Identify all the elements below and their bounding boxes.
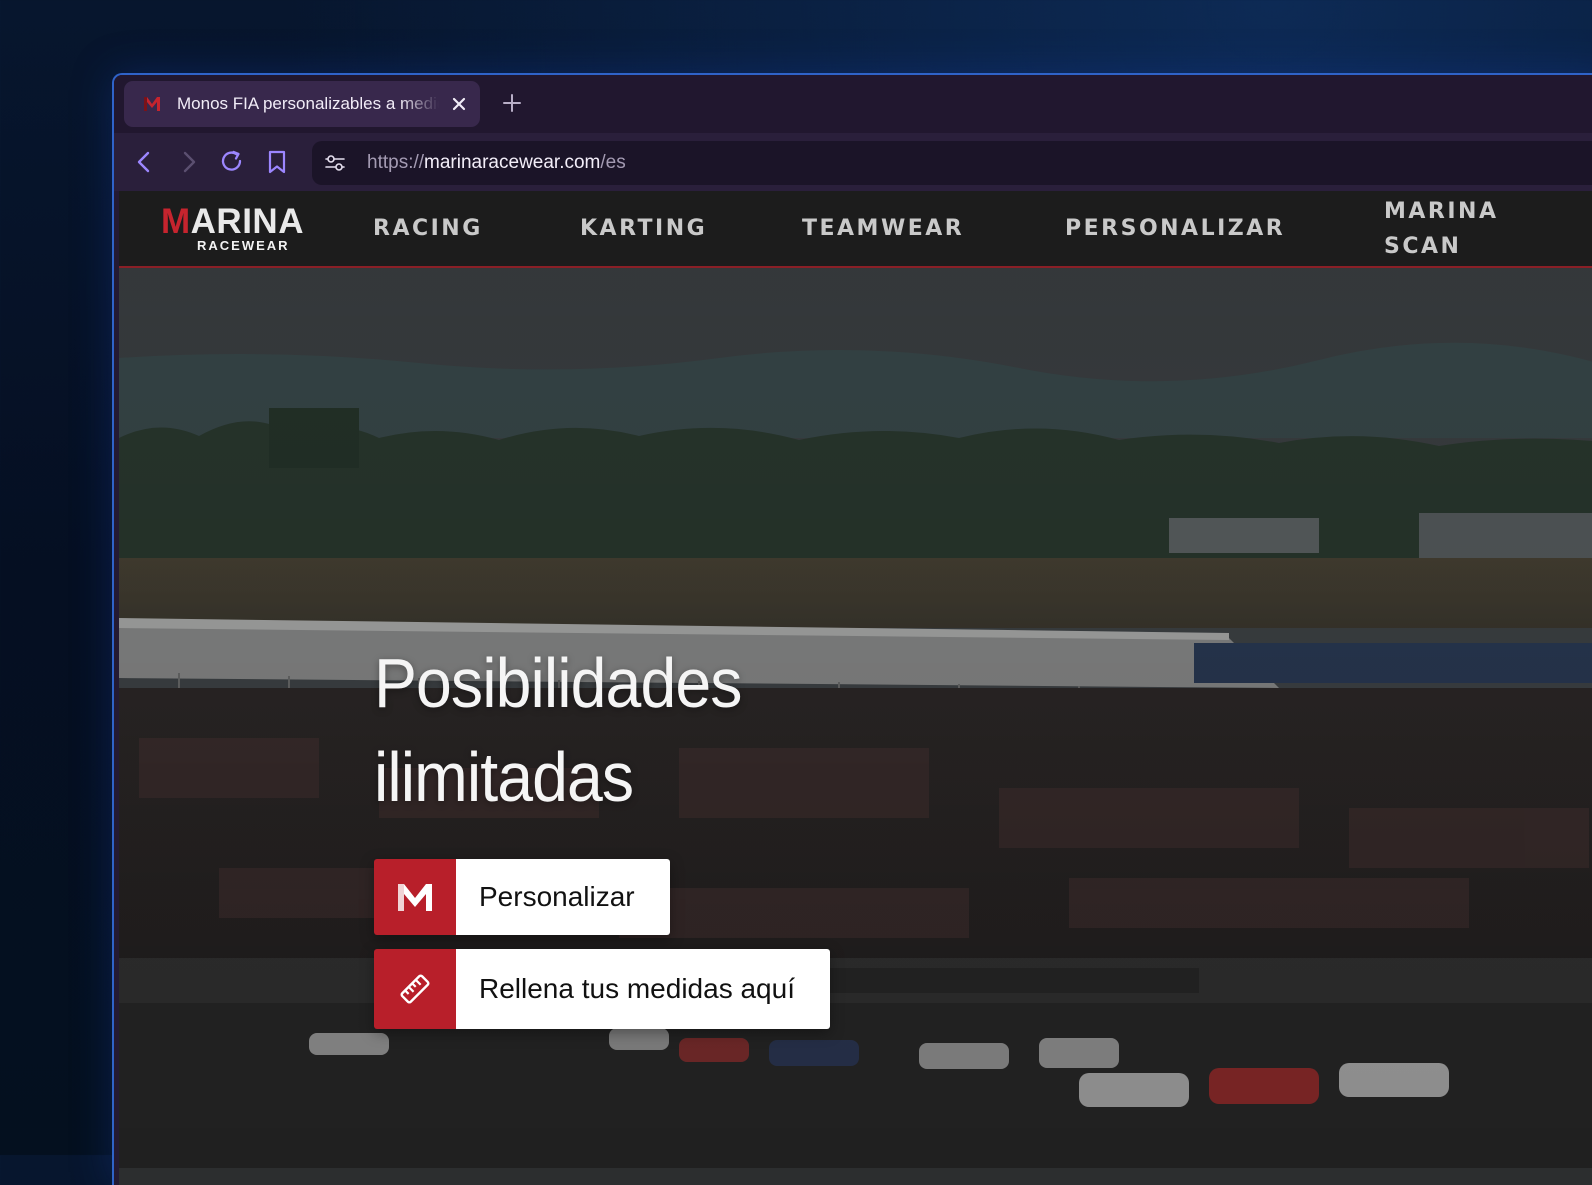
personalizar-label: Personalizar: [456, 859, 670, 935]
logo-wordmark: MARINA: [161, 203, 304, 241]
forward-icon[interactable]: [175, 149, 201, 175]
close-icon[interactable]: [449, 94, 469, 114]
url-path: /es: [600, 152, 626, 173]
browser-toolbar: https://marinaracewear.com/es: [114, 133, 1592, 191]
measurements-label: Rellena tus medidas aquí: [456, 949, 830, 1029]
url-text[interactable]: https://marinaracewear.com/es: [367, 141, 626, 185]
hero-section: Posibilidades ilimitadas Personalizar Re…: [119, 268, 1592, 1185]
nav-karting[interactable]: KARTING: [580, 191, 707, 266]
personalizar-button[interactable]: Personalizar: [374, 859, 670, 935]
hero-title-line-2: ilimitadas: [374, 738, 634, 816]
tab-title: Monos FIA personalizables a medida: [177, 94, 439, 113]
address-bar[interactable]: https://marinaracewear.com/es: [312, 141, 1592, 185]
ruler-icon: [400, 974, 430, 1004]
site-logo[interactable]: MARINA RACEWEAR: [161, 203, 321, 255]
bookmark-icon[interactable]: [264, 149, 290, 175]
marina-m-icon: [398, 884, 432, 911]
nav-teamwear[interactable]: TEAMWEAR: [802, 191, 964, 266]
logo-initial: M: [161, 202, 191, 241]
cta-icon-box: [374, 949, 456, 1029]
logo-word-rest: ARINA: [190, 202, 304, 241]
browser-tab[interactable]: Monos FIA personalizables a medida: [124, 81, 480, 127]
nav-racing[interactable]: RACING: [373, 191, 483, 266]
logo-subtitle: RACEWEAR: [197, 238, 290, 253]
new-tab-icon[interactable]: [501, 92, 523, 114]
url-scheme: https://: [367, 152, 425, 173]
hero-background-image: [119, 268, 1592, 1168]
hero-title-line-1: Posibilidades: [374, 644, 742, 722]
tab-strip: Monos FIA personalizables a medida: [114, 75, 1592, 133]
page-viewport: MARINA RACEWEAR RACING KARTING TEAMWEAR …: [119, 191, 1592, 1185]
url-host: marinaracewear.com: [424, 152, 601, 173]
hero-title: Posibilidades ilimitadas: [374, 636, 742, 824]
nav-personalizar[interactable]: PERSONALIZAR: [1065, 191, 1285, 266]
marina-m-icon: [144, 97, 160, 111]
browser-window: Monos FIA personalizables a medida https…: [112, 73, 1592, 1185]
back-icon[interactable]: [132, 149, 158, 175]
site-header: MARINA RACEWEAR RACING KARTING TEAMWEAR …: [119, 191, 1592, 268]
reload-icon[interactable]: [219, 149, 245, 175]
site-settings-icon[interactable]: [324, 153, 346, 173]
measurements-button[interactable]: Rellena tus medidas aquí: [374, 949, 830, 1029]
nav-marina-scan[interactable]: MARINA SCAN: [1384, 191, 1534, 266]
cta-icon-box: [374, 859, 456, 935]
